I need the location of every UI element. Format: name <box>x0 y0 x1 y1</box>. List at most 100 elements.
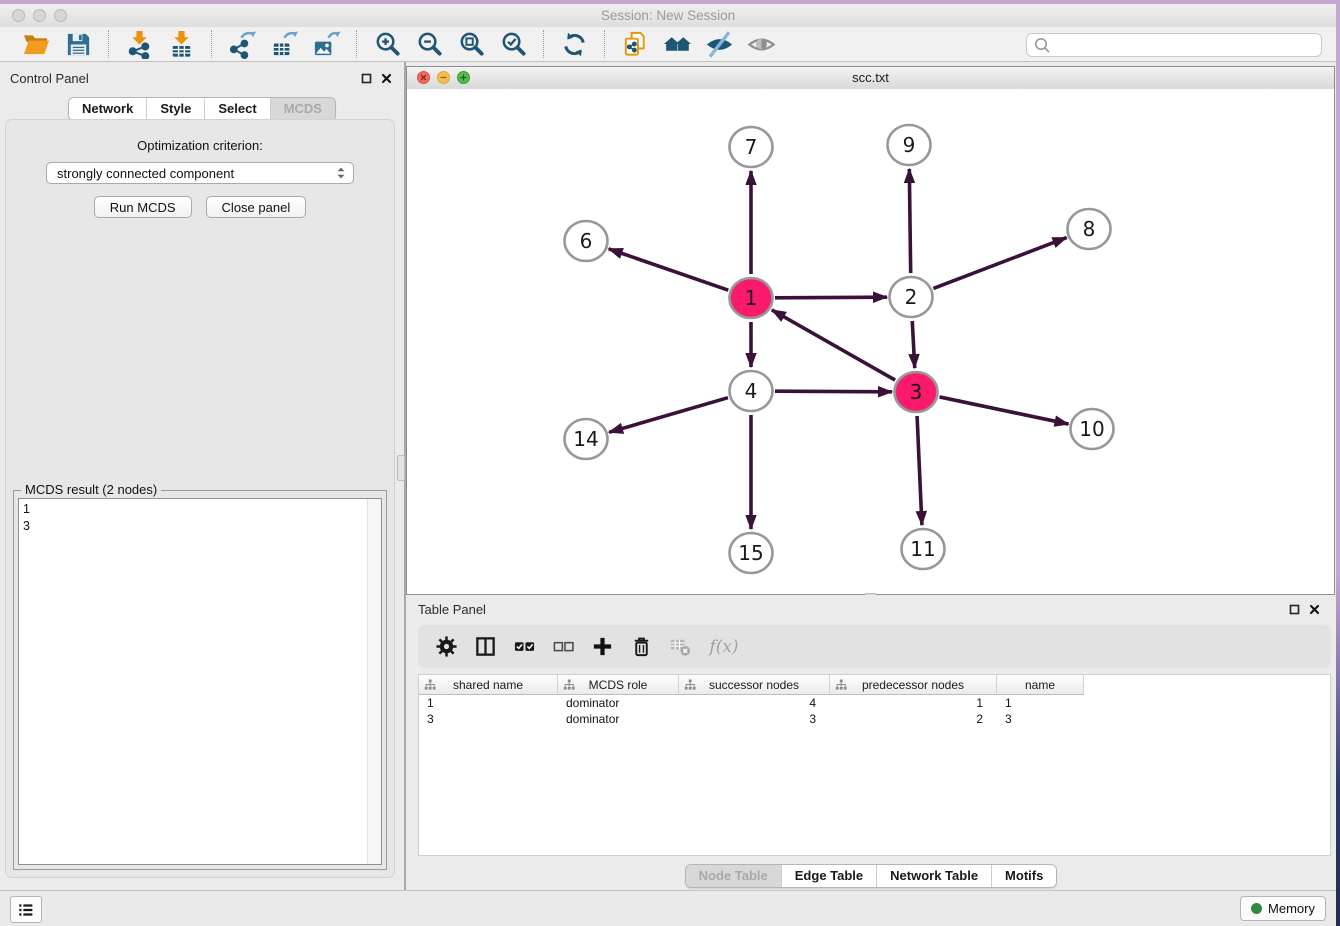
export-table-icon[interactable] <box>269 29 299 59</box>
import-network-icon[interactable] <box>124 29 154 59</box>
float-panel-icon[interactable] <box>361 71 372 89</box>
float-table-panel-icon[interactable] <box>1289 602 1300 620</box>
node-14[interactable]: 14 <box>565 419 608 459</box>
select-all-columns-icon[interactable] <box>512 635 536 659</box>
close-table-panel-icon[interactable] <box>1309 602 1320 620</box>
network-close-button[interactable] <box>417 71 430 84</box>
column-header-predecessor-nodes[interactable]: predecessor nodes <box>830 675 997 695</box>
node-11[interactable]: 11 <box>902 529 945 569</box>
show-columns-icon[interactable] <box>473 635 497 659</box>
optimization-criterion-select[interactable]: strongly connected component <box>46 162 354 184</box>
zoom-out-icon[interactable] <box>414 29 444 59</box>
home-restore-view-icon[interactable] <box>662 29 692 59</box>
edge-1-2[interactable] <box>775 297 887 298</box>
delete-column-icon[interactable] <box>629 635 653 659</box>
tab-motifs[interactable]: Motifs <box>992 865 1056 887</box>
edge-2-9[interactable] <box>909 169 910 273</box>
node-1[interactable]: 1 <box>730 278 773 318</box>
result-scrollbar[interactable] <box>367 499 381 864</box>
node-2[interactable]: 2 <box>890 277 933 317</box>
node-7[interactable]: 7 <box>730 127 773 167</box>
tab-network[interactable]: Network <box>69 98 147 120</box>
tab-style[interactable]: Style <box>147 98 205 120</box>
tab-select[interactable]: Select <box>205 98 270 120</box>
zoom-selected-icon[interactable] <box>498 29 528 59</box>
node-8[interactable]: 8 <box>1068 209 1111 249</box>
run-mcds-button[interactable]: Run MCDS <box>94 196 192 218</box>
edge-3-11[interactable] <box>917 416 922 525</box>
unselect-all-columns-icon[interactable] <box>551 635 575 659</box>
node-6[interactable]: 6 <box>565 221 608 261</box>
tab-node-table[interactable]: Node Table <box>686 865 782 887</box>
panel-splitter-vertical[interactable] <box>397 455 405 481</box>
copy-network-view-icon[interactable] <box>620 29 650 59</box>
cell-name[interactable]: 3 <box>997 711 1084 727</box>
tab-network-table[interactable]: Network Table <box>877 865 992 887</box>
export-network-icon[interactable] <box>227 29 257 59</box>
column-header-successor-nodes[interactable]: successor nodes <box>679 675 830 695</box>
table-row[interactable]: 1dominator411 <box>419 695 1330 711</box>
svg-text:2: 2 <box>905 285 918 309</box>
search-box[interactable] <box>1026 33 1322 57</box>
close-panel-icon[interactable] <box>381 71 392 89</box>
edge-3-1[interactable] <box>772 310 895 380</box>
task-history-button[interactable] <box>10 896 42 923</box>
node-9[interactable]: 9 <box>888 125 931 165</box>
table-row[interactable]: 3dominator323 <box>419 711 1330 727</box>
edge-4-14[interactable] <box>609 398 728 433</box>
cell-MCDS-role[interactable]: dominator <box>558 711 679 727</box>
column-header-name[interactable]: name <box>997 675 1084 695</box>
show-graphics-details-icon[interactable] <box>746 29 776 59</box>
node-15[interactable]: 15 <box>730 533 773 573</box>
export-image-icon[interactable] <box>311 29 341 59</box>
network-zoom-button[interactable] <box>457 71 470 84</box>
status-bar: Memory <box>0 890 1336 926</box>
toolbar-group <box>6 30 108 58</box>
add-column-icon[interactable] <box>590 635 614 659</box>
zoom-in-icon[interactable] <box>372 29 402 59</box>
network-window-title: scc.txt <box>407 70 1334 85</box>
hide-graphics-details-icon[interactable] <box>704 29 734 59</box>
cell-shared-name[interactable]: 3 <box>419 711 558 727</box>
zoom-window-button[interactable] <box>54 9 67 22</box>
memory-button[interactable]: Memory <box>1240 896 1326 921</box>
cell-predecessor-nodes[interactable]: 2 <box>830 711 997 727</box>
network-window-titlebar[interactable]: scc.txt <box>407 67 1334 90</box>
edge-1-6[interactable] <box>609 249 729 290</box>
close-window-button[interactable] <box>12 9 25 22</box>
node-3[interactable]: 3 <box>895 372 938 412</box>
edge-2-3[interactable] <box>912 321 914 368</box>
cell-shared-name[interactable]: 1 <box>419 695 558 711</box>
table-mode-gear-icon[interactable] <box>434 635 458 659</box>
function-builder-icon: f(x) <box>707 635 741 659</box>
node-4[interactable]: 4 <box>730 371 773 411</box>
minimize-window-button[interactable] <box>33 9 46 22</box>
tab-edge-table[interactable]: Edge Table <box>782 865 877 887</box>
search-input[interactable] <box>1051 37 1321 54</box>
shared-column-icon <box>835 679 847 694</box>
save-session-icon[interactable] <box>63 29 93 59</box>
import-table-icon[interactable] <box>166 29 196 59</box>
column-header-shared-name[interactable]: shared name <box>419 675 558 695</box>
delete-table-icon <box>668 635 692 659</box>
column-header-MCDS-role[interactable]: MCDS role <box>558 675 679 695</box>
cell-predecessor-nodes[interactable]: 1 <box>830 695 997 711</box>
open-session-icon[interactable] <box>21 29 51 59</box>
cell-successor-nodes[interactable]: 3 <box>679 711 830 727</box>
edge-2-8[interactable] <box>933 238 1066 289</box>
toolbar-group <box>356 30 543 58</box>
refresh-layout-icon[interactable] <box>559 29 589 59</box>
tab-mcds[interactable]: MCDS <box>271 98 335 120</box>
window-titlebar[interactable]: Session: New Session <box>0 4 1336 28</box>
edge-4-3[interactable] <box>775 391 892 392</box>
zoom-fit-icon[interactable] <box>456 29 486 59</box>
cell-successor-nodes[interactable]: 4 <box>679 695 830 711</box>
mcds-result-textarea[interactable]: 13 <box>18 498 382 865</box>
edge-3-10[interactable] <box>939 397 1068 424</box>
cell-name[interactable]: 1 <box>997 695 1084 711</box>
node-10[interactable]: 10 <box>1071 409 1114 449</box>
network-canvas[interactable]: 1 2 3 4 6 7 8 9 10 11 14 15 <box>407 89 1334 594</box>
network-minimize-button[interactable] <box>437 71 450 84</box>
cell-MCDS-role[interactable]: dominator <box>558 695 679 711</box>
close-panel-button[interactable]: Close panel <box>206 196 307 218</box>
